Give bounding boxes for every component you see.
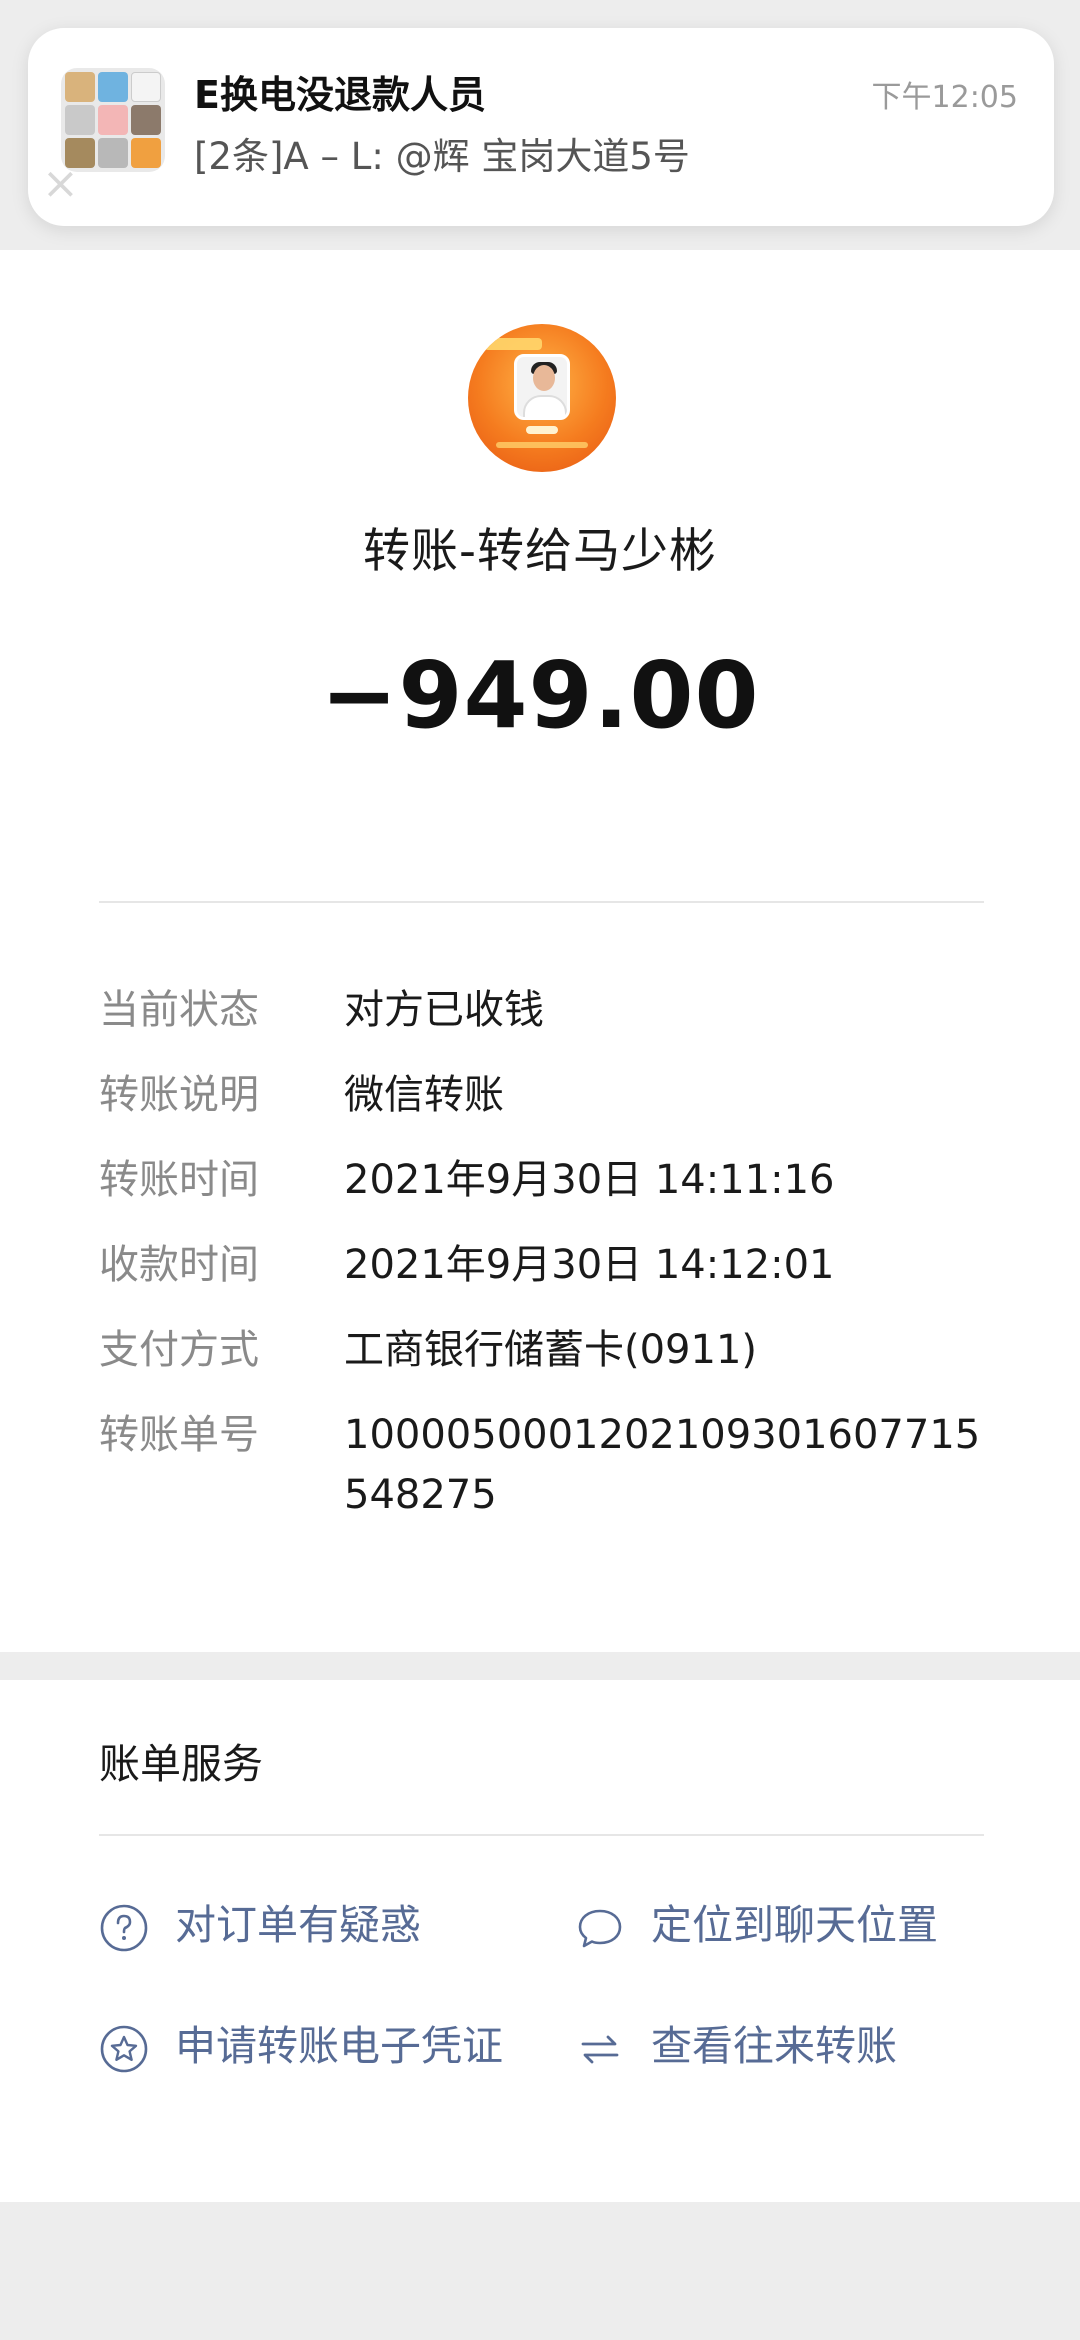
notification-time: 下午12:05 [871, 80, 1018, 115]
close-icon[interactable]: × [42, 162, 79, 206]
avatar-photo [514, 354, 570, 420]
star-circle-icon [100, 2025, 148, 2073]
avatar-badge [484, 338, 542, 350]
avatar-ribbon [496, 442, 588, 448]
transfer-detail-card: 转账-转给马少彬 −949.00 当前状态 对方已收钱 转账说明 微信转账 转账… [0, 250, 1080, 1652]
payment-method-value: 工商银行储蓄卡(0911) [344, 1327, 758, 1373]
view-transfers-link[interactable]: 查看往来转账 [575, 2016, 981, 2076]
group-avatar [61, 68, 165, 172]
notification-banner[interactable]: E换电没退款人员 [2条]A – L: @辉 宝岗大道5号 下午12:05 × [28, 28, 1054, 226]
detail-rows: 当前状态 对方已收钱 转账说明 微信转账 转账时间 2021年9月30日 14:… [99, 980, 984, 1535]
detail-row-note: 转账说明 微信转账 [99, 1065, 984, 1150]
bill-services-card: 账单服务 对订单有疑惑 定位到聊天位置 申请转账电子凭证 查看往来转账 [0, 1680, 1080, 2202]
payment-method-label: 支付方式 [99, 1327, 259, 1373]
order-number-label: 转账单号 [99, 1412, 259, 1458]
note-label: 转账说明 [99, 1072, 259, 1118]
status-label: 当前状态 [99, 987, 259, 1033]
detail-row-receive-time: 收款时间 2021年9月30日 14:12:01 [99, 1235, 984, 1320]
transfer-title: 转账-转给马少彬 [363, 524, 717, 579]
recipient-avatar[interactable] [468, 324, 616, 472]
question-circle-icon [100, 1904, 148, 1952]
transfer-time-value: 2021年9月30日 14:11:16 [344, 1157, 835, 1203]
order-question-link[interactable]: 对订单有疑惑 [99, 1895, 505, 1955]
avatar-name-tag [526, 426, 558, 434]
locate-chat-label: 定位到聊天位置 [651, 1901, 938, 1949]
order-question-label: 对订单有疑惑 [175, 1901, 421, 1949]
swap-arrows-icon [581, 2035, 619, 2064]
receive-time-label: 收款时间 [99, 1242, 259, 1288]
transfer-amount: −949.00 [320, 642, 760, 749]
locate-chat-link[interactable]: 定位到聊天位置 [575, 1895, 981, 1955]
detail-row-order-number: 转账单号 1000050001202109301607715548275 [99, 1405, 984, 1535]
chat-bubble-icon [578, 1909, 622, 1948]
notification-title: E换电没退款人员 [194, 73, 486, 117]
detail-row-transfer-time: 转账时间 2021年9月30日 14:11:16 [99, 1150, 984, 1235]
notification-body: [2条]A – L: @辉 宝岗大道5号 [194, 135, 690, 178]
status-value: 对方已收钱 [344, 987, 544, 1033]
apply-voucher-label: 申请转账电子凭证 [175, 2022, 503, 2070]
divider [99, 901, 984, 903]
note-value: 微信转账 [344, 1072, 504, 1118]
divider [99, 1834, 984, 1836]
receive-time-value: 2021年9月30日 14:12:01 [344, 1242, 835, 1288]
transfer-time-label: 转账时间 [99, 1157, 259, 1203]
apply-voucher-link[interactable]: 申请转账电子凭证 [99, 2016, 505, 2076]
order-number-value[interactable]: 1000050001202109301607715548275 [344, 1405, 984, 1535]
services-heading: 账单服务 [99, 1740, 263, 1788]
detail-row-payment-method: 支付方式 工商银行储蓄卡(0911) [99, 1320, 984, 1405]
detail-row-status: 当前状态 对方已收钱 [99, 980, 984, 1065]
view-transfers-label: 查看往来转账 [651, 2022, 897, 2070]
